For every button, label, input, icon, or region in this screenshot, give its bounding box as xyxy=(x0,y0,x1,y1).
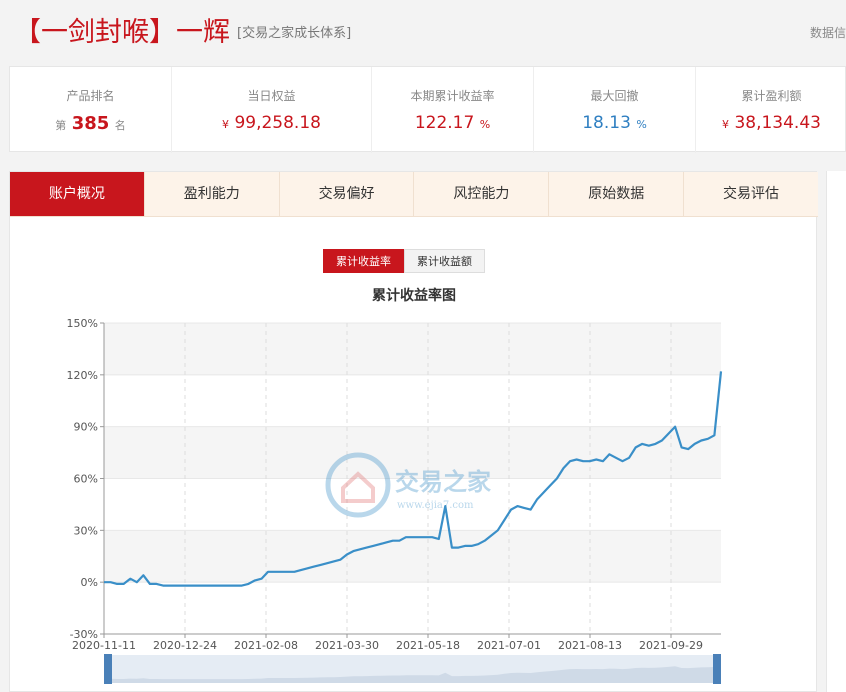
x-tick-label: 2021-05-18 xyxy=(396,639,460,652)
cumulative-return-chart: 交易之家 www.ejia7.com 150%120%90%60%30%0%-3… xyxy=(67,317,723,684)
y-tick-label: 90% xyxy=(74,421,98,434)
slider-right-handle[interactable] xyxy=(713,654,721,684)
y-tick-label: 120% xyxy=(67,369,98,382)
y-axis: 150%120%90%60%30%0%-30% xyxy=(67,317,105,641)
plot-band xyxy=(104,582,721,634)
x-tick-label: 2021-02-08 xyxy=(234,639,298,652)
y-tick-label: 60% xyxy=(74,473,98,486)
x-tick-label: 2021-07-01 xyxy=(477,639,541,652)
x-axis: 2020-11-11 2020-12-24 2021-02-08 2021-03-30… xyxy=(72,633,721,652)
y-tick-label: 0% xyxy=(81,576,98,589)
slider-left-handle[interactable] xyxy=(104,654,112,684)
x-tick-label: 2020-12-24 xyxy=(153,639,217,652)
x-tick-label: 2021-03-30 xyxy=(315,639,379,652)
plot-band xyxy=(104,374,721,427)
y-tick-label: 150% xyxy=(67,317,98,330)
x-tick-label: 2021-08-13 xyxy=(558,639,622,652)
zoom-slider xyxy=(104,654,721,684)
watermark-text: 交易之家 xyxy=(395,467,491,496)
x-tick-label: 2021-09-29 xyxy=(639,639,703,652)
watermark-url: www.ejia7.com xyxy=(397,500,474,511)
x-tick-label: 2020-11-11 xyxy=(72,639,136,652)
y-tick-label: 30% xyxy=(74,524,98,537)
plot-band xyxy=(104,323,721,375)
